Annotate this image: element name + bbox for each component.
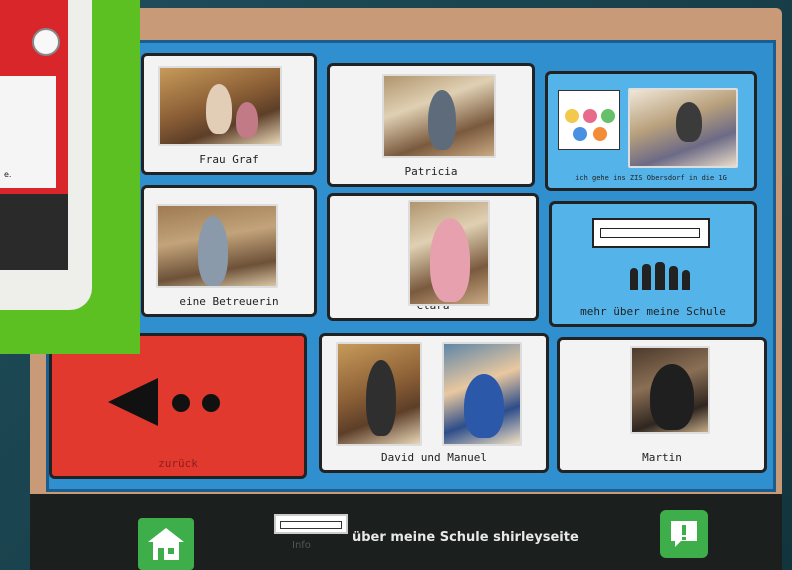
tablet-screen: Frau Graf Patricia ich gehe ins ZIS Ober… [30,8,782,570]
tile-photo [628,88,738,168]
tile-photo [156,204,278,288]
tile-betreuerin[interactable]: eine Betreuerin [141,185,317,317]
inset-text: e. [4,170,12,179]
tile-mehr-schule[interactable]: mehr über meine Schule [549,201,757,327]
alert-bubble-icon [671,521,697,547]
tile-photo-david [336,342,422,446]
tile-back[interactable]: zurück [49,333,307,479]
back-arrow-icon [108,378,228,428]
tile-photo-manuel [442,342,522,446]
tile-clara[interactable]: Clara [327,193,539,321]
inset-bottom [0,194,68,270]
school-building-icon [274,514,348,534]
toolbar-small-label: Info [292,540,311,551]
class-pictogram [558,90,620,150]
inset-home-button-icon [32,28,60,56]
tile-label: ich gehe ins ZIS Obersdorf in die 1G [575,174,727,182]
tile-photo [382,74,496,158]
alert-button[interactable] [660,510,708,558]
home-button[interactable] [138,518,194,570]
tile-label: Martin [642,451,682,464]
tile-photo [630,346,710,434]
tile-label: Frau Graf [199,153,259,166]
tile-school-zis[interactable]: ich gehe ins ZIS Obersdorf in die 1G [545,71,757,191]
tile-patricia[interactable]: Patricia [327,63,535,187]
tile-label: mehr über meine Schule [580,305,726,318]
school-building-icon [592,218,710,248]
tile-photo [408,200,490,306]
tile-label: Patricia [404,165,458,178]
tile-frau-graf[interactable]: Frau Graf [141,53,317,175]
tile-david-manuel[interactable]: David und Manuel [319,333,549,473]
inset-photo: e. [0,0,140,354]
tile-label: David und Manuel [381,451,487,464]
tile-label: zurück [158,457,198,470]
people-group-icon [630,262,700,292]
photo-stage: Frau Graf Patricia ich gehe ins ZIS Ober… [0,0,792,570]
tile-photo [158,66,282,146]
toolbar-title: über meine Schule shirleyseite [352,530,579,545]
tile-label: eine Betreuerin [179,295,279,308]
bottom-toolbar: Info über meine Schule shirleyseite [30,494,782,570]
tile-martin[interactable]: Martin [557,337,767,473]
communication-grid: Frau Graf Patricia ich gehe ins ZIS Ober… [46,40,776,492]
home-icon [148,528,184,560]
inset-tablet: e. [0,0,92,310]
